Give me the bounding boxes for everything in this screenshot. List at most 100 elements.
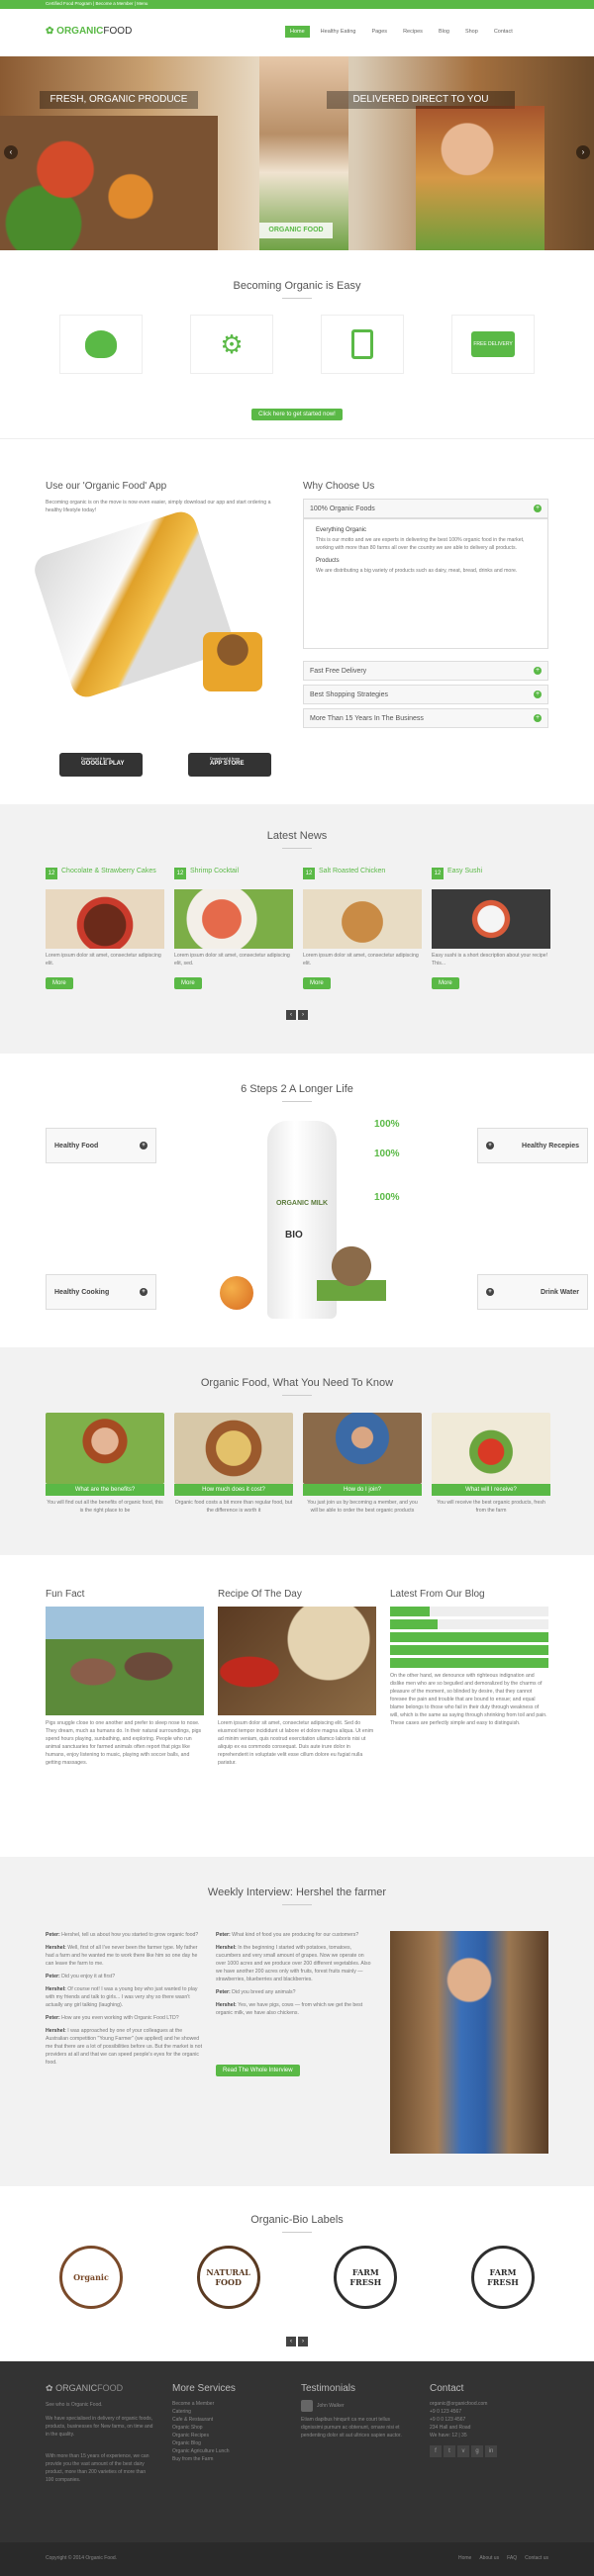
footer-contact-item: 234 Hall and Road (430, 2425, 471, 2431)
news-card: 12 Easy Sushi Easy sushi is a short descri… (432, 868, 550, 989)
know-caption[interactable]: How much does it cost? (174, 1484, 293, 1496)
bottom-link-home[interactable]: Home (458, 2554, 471, 2562)
why-title: Why Choose Us (303, 481, 375, 492)
next-arrow-icon[interactable]: › (298, 1010, 308, 1020)
nav-blog[interactable]: Blog (434, 26, 454, 38)
footer-contact-item: +9 0 123 4567 (430, 2409, 462, 2415)
know-image[interactable] (174, 1413, 293, 1484)
footer-service-link[interactable]: Cafe & Restaurant (172, 2416, 281, 2424)
news-title[interactable]: Shrimp Cocktail (190, 868, 239, 889)
badge-100-1: 100% (374, 1119, 400, 1130)
logo[interactable]: ✿ ORGANICFOOD (46, 26, 132, 37)
footer-contact-item: We have: 12 | 35 (430, 2433, 467, 2438)
footer-service-link[interactable]: Become a Member (172, 2400, 281, 2408)
labels-pagination: ‹ › (0, 2337, 594, 2346)
news-title[interactable]: Salt Roasted Chicken (319, 868, 385, 889)
news-image[interactable] (174, 889, 293, 949)
news-more-button[interactable]: More (174, 977, 202, 989)
accordion-fast-delivery[interactable]: Fast Free Delivery + (303, 661, 548, 681)
nav-healthy-eating[interactable]: Healthy Eating (316, 26, 361, 38)
news-more-button[interactable]: More (432, 977, 459, 989)
footer-contact: Contact organic@organicfood.com +9 0 123 … (430, 2383, 548, 2457)
interview-line: Hershel: I was approached by one of your… (46, 2028, 203, 2066)
accordion-open-header[interactable]: 100% Organic Foods + (303, 499, 548, 518)
plus-icon: + (140, 1142, 148, 1150)
step-healthy-food[interactable]: Healthy Food + (46, 1128, 156, 1163)
organic-label-logo[interactable]: Organic (59, 2246, 123, 2309)
news-date: 12 (46, 868, 57, 879)
hero-next-button[interactable]: › (576, 145, 590, 159)
divider (282, 2232, 312, 2233)
footer-service-link[interactable]: Organic Shop (172, 2424, 281, 2432)
footer-service-link[interactable]: Organic Blog (172, 2439, 281, 2447)
bottom-link-faq[interactable]: FAQ (507, 2554, 517, 2562)
accordion-shopping-strategies[interactable]: Best Shopping Strategies + (303, 685, 548, 704)
hero-badge: ORGANIC FOOD (259, 223, 333, 238)
plus-icon: + (486, 1142, 494, 1150)
accordion-panel: Everything Organic This is our motto and… (303, 518, 548, 649)
nav-shop[interactable]: Shop (460, 26, 483, 38)
blog-bar-fill (390, 1632, 548, 1642)
footer-service-link[interactable]: Catering (172, 2408, 281, 2416)
hero-prev-button[interactable]: ‹ (4, 145, 18, 159)
nav-contact[interactable]: Contact (489, 26, 518, 38)
google-plus-icon[interactable]: g (471, 2445, 483, 2457)
organic-label-logo[interactable]: FARM FRESH (334, 2246, 398, 2309)
footer-service-link[interactable]: Organic Agriculture Lunch (172, 2447, 281, 2455)
news-image[interactable] (46, 889, 164, 949)
top-bar: Certified Food Program | Become a Member… (0, 0, 594, 9)
know-image[interactable] (432, 1413, 550, 1484)
accordion-15-years[interactable]: More Than 15 Years In The Business + (303, 708, 548, 728)
news-image[interactable] (303, 889, 422, 949)
know-text: Organic food costs a bit more than regul… (174, 1500, 293, 1514)
vimeo-icon[interactable]: v (457, 2445, 469, 2457)
badge-100-3: 100% (374, 1192, 400, 1203)
news-more-button[interactable]: More (303, 977, 331, 989)
news-text: Lorem ipsum dolor sit amet, consectetur … (174, 953, 290, 966)
step-healthy-cooking[interactable]: Healthy Cooking + (46, 1274, 156, 1310)
news-title[interactable]: Chocolate & Strawberry Cakes (61, 868, 156, 889)
get-started-button[interactable]: Click here to get started now! (251, 409, 343, 420)
organic-label-logo[interactable]: NATURAL FOOD (196, 2246, 260, 2309)
three-columns-section: Fun Fact Pigs snuggle close to one anoth… (0, 1555, 594, 1857)
twitter-icon[interactable]: t (444, 2445, 455, 2457)
top-bar-text[interactable]: Certified Food Program | Become a Member… (46, 1, 148, 6)
nav-home[interactable]: Home (285, 26, 310, 38)
know-caption[interactable]: What are the benefits? (46, 1484, 164, 1496)
know-image[interactable] (303, 1413, 422, 1484)
facebook-icon[interactable]: f (430, 2445, 442, 2457)
know-caption[interactable]: What will I receive? (432, 1484, 550, 1496)
nav-recipes[interactable]: Recipes (398, 26, 428, 38)
read-interview-button[interactable]: Read The Whole Interview (216, 2065, 300, 2076)
step-healthy-recepies[interactable]: + Healthy Recepies (477, 1128, 588, 1163)
prev-arrow-icon[interactable]: ‹ (286, 2337, 296, 2346)
news-text: Easy sushi is a short description about … (432, 953, 548, 966)
interview-section: Weekly Interview: Hershel the farmer Pet… (0, 1857, 594, 2186)
organic-label-logo[interactable]: FARM FRESH (470, 2246, 535, 2309)
google-play-button[interactable]: Download it from GOOGLE PLAY (59, 753, 143, 777)
blog-bars (390, 1607, 548, 1671)
next-arrow-icon[interactable]: › (298, 2337, 308, 2346)
news-date: 12 (174, 868, 186, 879)
news-more-button[interactable]: More (46, 977, 73, 989)
app-store-button[interactable]: Download it from APP STORE (188, 753, 271, 777)
logo-text-a: ORGANIC (56, 26, 104, 37)
know-image[interactable] (46, 1413, 164, 1484)
nav-pages[interactable]: Pages (366, 26, 392, 38)
bottom-link-about[interactable]: About us (479, 2554, 499, 2562)
hero-vegetables-left (0, 116, 218, 250)
labels-title: Organic-Bio Labels (250, 2214, 344, 2226)
linkedin-icon[interactable]: in (485, 2445, 497, 2457)
bottom-link-contact[interactable]: Contact us (525, 2554, 548, 2562)
prev-arrow-icon[interactable]: ‹ (286, 1010, 296, 1020)
news-image[interactable] (432, 889, 550, 949)
footer-service-link[interactable]: Buy from the Farm (172, 2455, 281, 2463)
step-drink-water[interactable]: + Drink Water (477, 1274, 588, 1310)
news-title[interactable]: Easy Sushi (447, 868, 482, 889)
bottom-bar: Copyright © 2014 Organic Food. Home Abou… (0, 2542, 594, 2576)
know-caption[interactable]: How do I join? (303, 1484, 422, 1496)
app-text: Becoming organic is on the move is now e… (46, 500, 271, 513)
footer-service-link[interactable]: Organic Recipes (172, 2432, 281, 2439)
blog-bar-track (390, 1645, 548, 1655)
plus-icon: + (534, 667, 542, 675)
